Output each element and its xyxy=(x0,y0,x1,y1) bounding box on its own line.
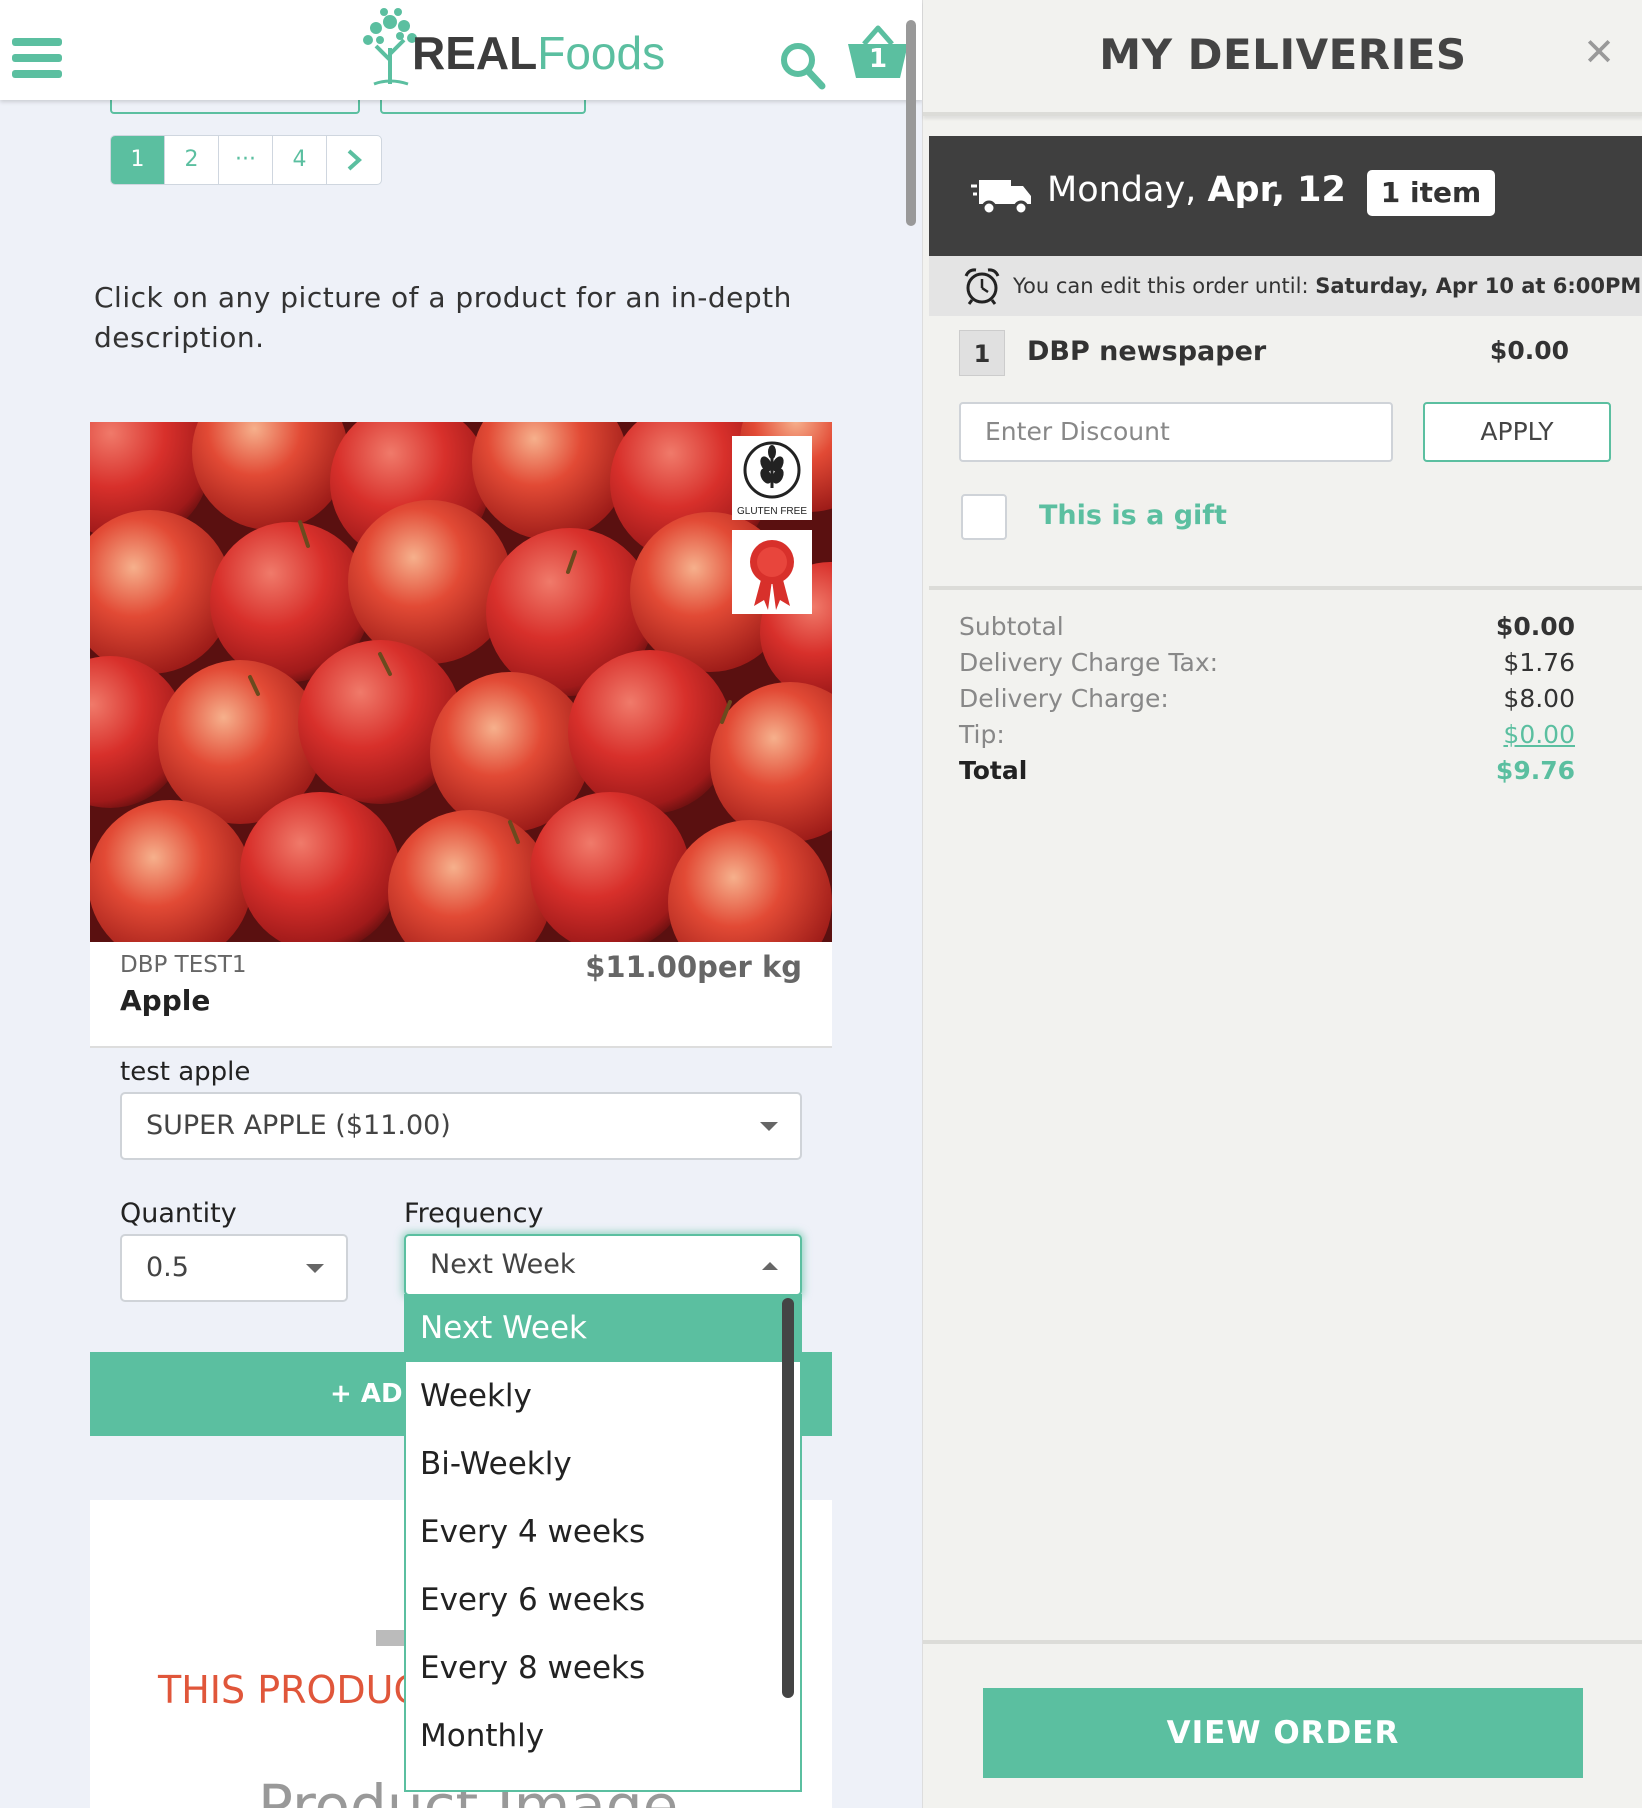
deliveries-panel: MY DELIVERIES ✕ Monday, Apr, 12 1 item Y… xyxy=(922,0,1642,1808)
frequency-option[interactable]: Next Week xyxy=(406,1294,800,1362)
award-ribbon-icon xyxy=(750,540,794,610)
edit-deadline: Saturday, Apr 10 at 6:00PM xyxy=(1315,274,1642,298)
panel-header: MY DELIVERIES ✕ xyxy=(923,0,1642,116)
line-item-price: $0.00 xyxy=(1489,336,1569,365)
award-badge xyxy=(732,530,812,614)
frequency-option[interactable]: Every 6 weeks xyxy=(406,1566,800,1634)
variant-select[interactable]: SUPER APPLE ($11.00) xyxy=(120,1092,802,1160)
truck-icon xyxy=(971,180,1031,216)
total-value: $9.76 xyxy=(1495,756,1575,785)
gift-label[interactable]: This is a gift xyxy=(1039,500,1227,531)
delivery-date-value: Apr, 12 xyxy=(1207,170,1346,210)
total-row: Total $9.76 xyxy=(959,756,1575,792)
tip-label: Tip: xyxy=(959,720,1005,749)
product-vendor: DBP TEST1 xyxy=(120,952,247,978)
page-4[interactable]: 4 xyxy=(273,136,327,184)
gluten-free-badge: GLUTEN FREE xyxy=(732,436,812,520)
line-item-qty[interactable]: 1 xyxy=(959,330,1005,376)
frequency-option[interactable]: Every 4 weeks xyxy=(406,1498,800,1566)
close-icon[interactable]: ✕ xyxy=(1583,30,1615,74)
delivery-charge-label: Delivery Charge: xyxy=(959,684,1169,713)
frequency-select-value: Next Week xyxy=(430,1249,576,1280)
pagination: 1 2 ··· 4 xyxy=(110,135,382,185)
apples-photo xyxy=(90,422,832,942)
tax-row: Delivery Charge Tax: $1.76 xyxy=(959,648,1575,684)
product-price: $11.00per kg xyxy=(585,950,802,984)
delivery-date: Monday, Apr, 12 xyxy=(1047,170,1346,210)
view-order-button[interactable]: VIEW ORDER xyxy=(983,1688,1583,1778)
product-info: DBP TEST1 Apple $11.00per kg xyxy=(90,942,832,1048)
frequency-option[interactable]: Weekly xyxy=(406,1362,800,1430)
delivery-charge-value: $8.00 xyxy=(1503,684,1575,713)
cart-count-badge: 1 xyxy=(868,44,888,74)
quantity-label: Quantity xyxy=(120,1198,237,1229)
product-name[interactable]: Apple xyxy=(120,984,210,1017)
panel-title: MY DELIVERIES xyxy=(1099,30,1467,79)
page-1[interactable]: 1 xyxy=(111,136,165,184)
delivery-day: Monday, xyxy=(1047,170,1197,210)
product-image[interactable]: GLUTEN FREE xyxy=(90,422,832,942)
gluten-free-icon xyxy=(743,441,801,499)
top-navbar: REALFoods 1 xyxy=(0,0,922,100)
gift-checkbox[interactable] xyxy=(961,494,1007,540)
edit-notice-prefix: You can edit this order until: xyxy=(1013,274,1309,298)
logo-wordmark: REALFoods xyxy=(412,26,665,80)
chevron-down-icon xyxy=(760,1122,778,1131)
variant-label: test apple xyxy=(120,1057,251,1087)
variant-select-value: SUPER APPLE ($11.00) xyxy=(146,1110,451,1141)
frequency-dropdown: Next Week Weekly Bi-Weekly Every 4 weeks… xyxy=(404,1294,802,1792)
footer-divider xyxy=(923,1640,1642,1644)
realfoods-logo[interactable]: REALFoods xyxy=(350,2,665,86)
subtotal-row: Subtotal $0.00 xyxy=(959,612,1575,648)
cart-button[interactable]: 1 xyxy=(846,22,910,82)
hamburger-icon[interactable] xyxy=(12,38,62,78)
dropdown-scrollbar[interactable] xyxy=(782,1298,794,1698)
page-scrollbar[interactable] xyxy=(906,20,916,226)
tax-value: $1.76 xyxy=(1503,648,1575,677)
next-page-button[interactable] xyxy=(327,136,381,184)
intro-text: Click on any picture of a product for an… xyxy=(94,281,792,354)
search-icon[interactable] xyxy=(778,38,826,92)
order-totals: Subtotal $0.00 Delivery Charge Tax: $1.7… xyxy=(959,612,1575,792)
gluten-free-label: GLUTEN FREE xyxy=(736,506,807,517)
delivery-charge-row: Delivery Charge: $8.00 xyxy=(959,684,1575,720)
line-item-name: DBP newspaper xyxy=(1027,336,1267,367)
tip-row: Tip: $0.00 xyxy=(959,720,1575,756)
tip-link[interactable]: $0.00 xyxy=(1503,720,1575,749)
quantity-select[interactable]: 0.5 xyxy=(120,1234,348,1302)
unavailable-notice: THIS PRODUC xyxy=(158,1668,421,1712)
subtotal-label: Subtotal xyxy=(959,612,1064,641)
subtotal-value: $0.00 xyxy=(1495,612,1575,641)
image-placeholder-icon xyxy=(376,1630,404,1646)
apply-discount-button[interactable]: APPLY xyxy=(1423,402,1611,462)
quantity-select-value: 0.5 xyxy=(146,1252,189,1283)
discount-input[interactable]: Enter Discount xyxy=(959,402,1393,462)
frequency-option[interactable]: Every 8 weeks xyxy=(406,1634,800,1702)
total-label: Total xyxy=(959,756,1028,785)
alarm-clock-icon xyxy=(964,268,1000,305)
delivery-header[interactable]: Monday, Apr, 12 1 item xyxy=(929,136,1642,256)
order-line-item: 1 DBP newspaper $0.00 xyxy=(959,330,1569,376)
chevron-down-icon xyxy=(306,1264,324,1273)
frequency-option[interactable]: Monthly xyxy=(406,1702,800,1770)
chevron-up-icon xyxy=(762,1262,778,1270)
frequency-select[interactable]: Next Week xyxy=(404,1234,802,1296)
frequency-label: Frequency xyxy=(404,1198,544,1229)
storefront-pane: REALFoods 1 1 2 ··· 4 Click on any pictu… xyxy=(0,0,922,1808)
item-count-badge: 1 item xyxy=(1367,170,1495,216)
logo-real: REAL xyxy=(412,27,538,79)
chevron-right-icon xyxy=(347,149,362,171)
tax-label: Delivery Charge Tax: xyxy=(959,648,1219,677)
page-ellipsis[interactable]: ··· xyxy=(219,136,273,184)
logo-foods: Foods xyxy=(537,27,666,79)
divider xyxy=(929,586,1642,590)
edit-deadline-notice: You can edit this order until: Saturday,… xyxy=(929,256,1642,316)
frequency-option[interactable]: Bi-Weekly xyxy=(406,1430,800,1498)
page-2[interactable]: 2 xyxy=(165,136,219,184)
product-card: GLUTEN FREE DBP TEST1 Apple $11.00per kg xyxy=(90,422,832,1048)
